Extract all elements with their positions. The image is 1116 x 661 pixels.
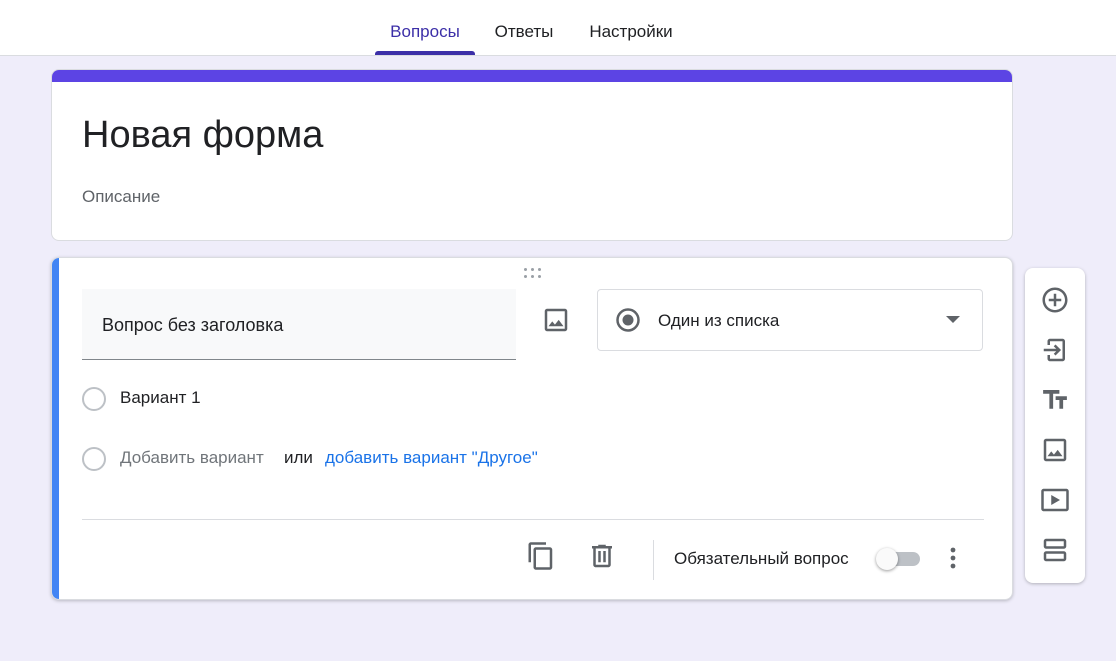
question-type-dropdown[interactable]: Один из списка <box>597 289 983 351</box>
add-other-option-link[interactable]: добавить вариант "Другое" <box>325 448 538 468</box>
radio-button-icon <box>615 307 641 333</box>
duplicate-icon[interactable] <box>526 541 556 571</box>
question-title-field[interactable]: Вопрос без заголовка <box>82 289 516 360</box>
dropdown-arrow-icon <box>946 316 960 324</box>
tab-settings[interactable]: Настройки <box>576 0 686 56</box>
question-type-label: Один из списка <box>658 311 780 330</box>
section-icon[interactable] <box>1040 535 1070 565</box>
question-footer-divider <box>82 519 984 520</box>
form-description-field[interactable]: Описание <box>82 187 160 207</box>
tab-questions[interactable]: Вопросы <box>375 0 475 56</box>
more-options-icon[interactable] <box>940 543 966 573</box>
form-header-card[interactable]: Новая форма Описание <box>51 69 1013 241</box>
option-label[interactable]: Вариант 1 <box>120 388 201 408</box>
top-bar: Вопросы Ответы Настройки <box>0 0 1116 56</box>
image-icon[interactable] <box>1040 435 1070 465</box>
question-title-text: Вопрос без заголовка <box>102 315 284 335</box>
active-tab-indicator <box>375 51 475 55</box>
required-toggle[interactable] <box>876 547 924 571</box>
form-title[interactable]: Новая форма <box>82 114 323 157</box>
drag-handle-icon[interactable] <box>522 267 542 279</box>
title-text-icon[interactable] <box>1040 385 1070 415</box>
add-option-radio-icon <box>82 447 106 471</box>
toggle-thumb <box>876 548 898 570</box>
add-option-button[interactable]: Добавить вариант <box>120 448 264 468</box>
tab-responses[interactable]: Ответы <box>482 0 566 56</box>
video-icon[interactable] <box>1040 485 1070 515</box>
option-radio-icon <box>82 387 106 411</box>
add-image-icon[interactable] <box>541 305 571 335</box>
delete-icon[interactable] <box>587 541 617 571</box>
add-circle-icon[interactable] <box>1040 285 1070 315</box>
required-label: Обязательный вопрос <box>674 549 849 568</box>
form-accent-bar <box>52 70 1012 82</box>
question-active-indicator <box>52 258 59 599</box>
import-question-icon[interactable] <box>1040 335 1070 365</box>
side-toolbar <box>1025 268 1085 583</box>
or-text: или <box>284 448 313 467</box>
footer-vertical-divider <box>653 540 654 580</box>
question-card[interactable]: Вопрос без заголовка Один из списка Вари… <box>51 257 1013 600</box>
